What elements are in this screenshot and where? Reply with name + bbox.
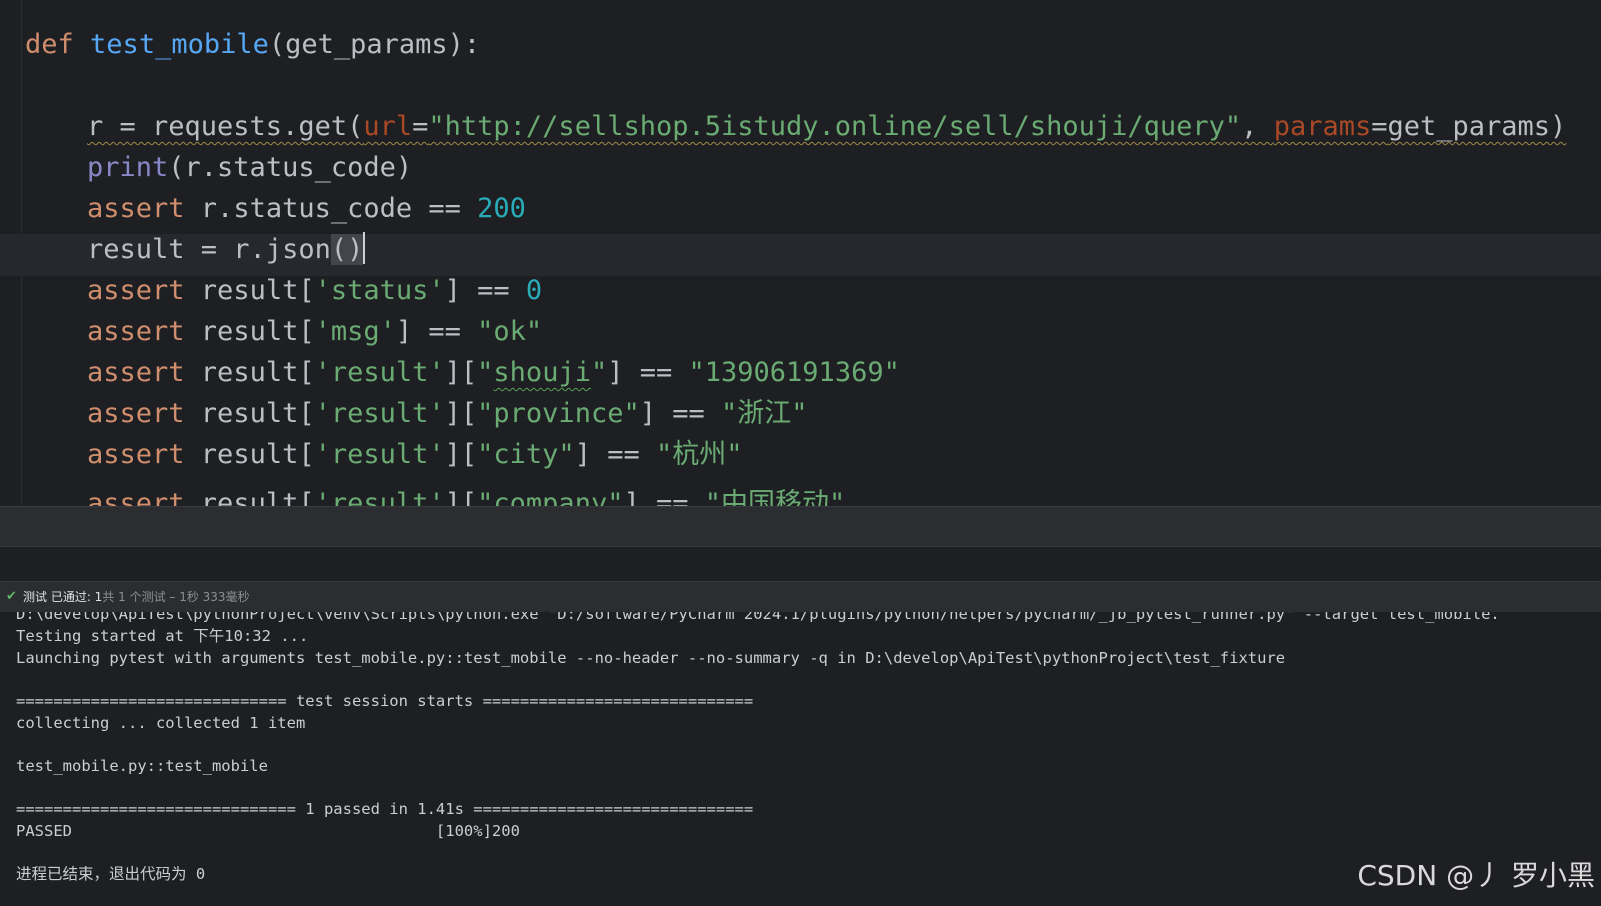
- keyword-assert: assert: [87, 193, 185, 224]
- code-line-12[interactable]: assert result['result']["company"] == "中…: [87, 484, 845, 506]
- equals: =: [1371, 111, 1388, 142]
- string-literal: "ok": [477, 316, 543, 347]
- code-text: ] ==: [623, 488, 705, 506]
- string-literal: "浙江": [721, 398, 808, 429]
- typo-word: shouji: [493, 357, 591, 388]
- code-text: ][: [444, 439, 478, 470]
- string-literal: "city": [477, 439, 575, 470]
- quote: ": [590, 357, 608, 388]
- code-text: ][: [444, 398, 478, 429]
- text-caret: [363, 232, 366, 264]
- string-literal: 'result': [314, 439, 445, 470]
- string-literal: 'result': [314, 398, 445, 429]
- url-string: "http://sellshop.5istudy.online/sell/sho…: [428, 111, 1242, 142]
- code-text: ] ==: [395, 316, 478, 347]
- string-literal: 'result': [314, 488, 445, 506]
- panel-splitter[interactable]: [0, 506, 1601, 547]
- string-literal: "province": [477, 398, 640, 429]
- function-signature: (get_params):: [268, 29, 481, 60]
- keyword-assert: assert: [87, 275, 185, 306]
- string-literal: "中国移动": [704, 488, 846, 506]
- code-line-10[interactable]: assert result['result']["province"] == "…: [87, 394, 808, 434]
- console-line: Launching pytest with arguments test_mob…: [16, 649, 1286, 667]
- code-text: ][: [444, 488, 478, 506]
- code-text: ] ==: [574, 439, 656, 470]
- console-line: ============================== 1 passed …: [16, 800, 754, 818]
- string-literal: 'result': [314, 357, 445, 388]
- code-line-11[interactable]: assert result['result']["city"] == "杭州": [87, 435, 743, 475]
- code-text: result[: [184, 357, 315, 388]
- keyword-assert: assert: [87, 357, 185, 388]
- string-literal: 'msg': [314, 316, 396, 347]
- console-line: 进程已结束，退出代码为 0: [16, 865, 206, 883]
- keyword-def: def: [25, 29, 74, 60]
- builtin-print: print: [87, 152, 169, 183]
- code-text: ] ==: [607, 357, 689, 388]
- string-literal: "company": [477, 488, 624, 506]
- code-text: ][: [444, 357, 478, 388]
- code-text: ] ==: [444, 275, 526, 306]
- matched-parens: (): [330, 234, 364, 265]
- code-line-3[interactable]: r = requests.get(url="http://sellshop.5i…: [87, 107, 1566, 147]
- run-panel-toolbar: [0, 546, 1601, 581]
- string-literal: "13906191369": [688, 357, 900, 388]
- run-console[interactable]: D:\develop\ApiTest\pythonProject\venv\Sc…: [0, 612, 1601, 906]
- json-call: result = r.json: [87, 234, 331, 265]
- number-literal: 200: [477, 193, 526, 224]
- separator: ,: [1241, 111, 1274, 142]
- console-line: D:\develop\ApiTest\pythonProject\venv\Sc…: [16, 612, 1500, 623]
- params-param: params: [1273, 111, 1372, 142]
- test-passed-label: 测试 已通过: 1: [23, 590, 103, 604]
- test-status-bar: ✔ 测试 已通过: 1共 1 个测试 – 1秒 333毫秒: [0, 581, 1601, 612]
- code-text: result[: [184, 275, 315, 306]
- string-literal: 'status': [314, 275, 445, 306]
- number-literal: 0: [525, 275, 543, 306]
- code-text: result[: [184, 316, 315, 347]
- console-line: collecting ... collected 1 item: [16, 714, 306, 732]
- code-line-1[interactable]: def test_mobile(get_params):: [25, 25, 480, 65]
- code-line-7[interactable]: assert result['status'] == 0: [87, 271, 542, 311]
- watermark: CSDN @丿 罗小黑: [1357, 859, 1595, 892]
- ide-window: def test_mobile(get_params): r = request…: [0, 0, 1601, 906]
- code-text: result[: [184, 439, 315, 470]
- code-text: ] ==: [639, 398, 721, 429]
- string-literal: "杭州": [655, 439, 743, 470]
- console-line: Testing started at 下午10:32 ...: [16, 627, 309, 645]
- keyword-assert: assert: [87, 488, 185, 506]
- warning-span: r = requests.get(url="http://sellshop.5i…: [87, 111, 1566, 142]
- code-line-5[interactable]: assert r.status_code == 200: [87, 189, 526, 229]
- test-detail: 共 1 个测试 – 1秒 333毫秒: [102, 590, 250, 604]
- code-line-8[interactable]: assert result['msg'] == "ok": [87, 312, 542, 352]
- request-call: r = requests.get(: [87, 111, 364, 142]
- quote: ": [477, 357, 494, 388]
- keyword-assert: assert: [87, 316, 185, 347]
- function-name: test_mobile: [90, 29, 269, 60]
- equals: =: [412, 111, 429, 142]
- code-text: result[: [184, 398, 315, 429]
- code-line-9[interactable]: assert result['result']["shouji"] == "13…: [87, 353, 900, 393]
- check-icon: ✔: [6, 589, 17, 604]
- url-param: url: [363, 111, 413, 142]
- console-line: ============================= test sessi…: [16, 692, 754, 710]
- code-line-6[interactable]: result = r.json(): [87, 230, 366, 270]
- code-line-4[interactable]: print(r.status_code): [87, 148, 412, 188]
- test-status-text: 测试 已通过: 1共 1 个测试 – 1秒 333毫秒: [23, 582, 250, 612]
- console-line: test_mobile.py::test_mobile: [16, 757, 268, 775]
- print-args: (r.status_code): [168, 152, 413, 183]
- params-value: get_params): [1387, 111, 1567, 142]
- keyword-assert: assert: [87, 398, 185, 429]
- code-editor[interactable]: def test_mobile(get_params): r = request…: [0, 0, 1601, 506]
- console-line: PASSED [100%]200: [16, 822, 520, 840]
- keyword-assert: assert: [87, 439, 185, 470]
- assert-expr: r.status_code ==: [184, 193, 478, 224]
- code-text: result[: [184, 488, 315, 506]
